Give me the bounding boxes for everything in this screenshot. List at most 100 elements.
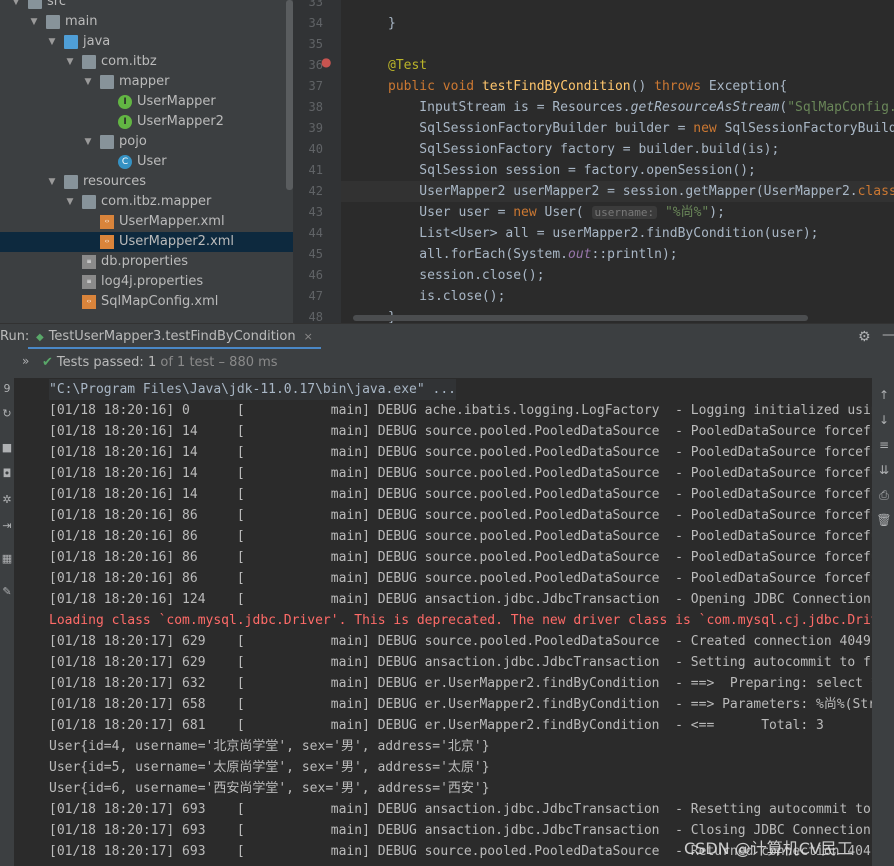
tree-item[interactable]: ≡ log4j.properties (0, 272, 293, 292)
folder-icon (46, 15, 60, 29)
tree-item[interactable]: ▼ resources (0, 172, 293, 192)
gear-icon[interactable]: ⚙ (858, 329, 871, 345)
tree-item[interactable]: I UserMapper2 (0, 112, 293, 132)
tree-item-label: mapper (119, 74, 170, 89)
exit-icon[interactable]: ⇥ (0, 519, 14, 532)
nine-icon[interactable]: 9 (0, 382, 14, 395)
console-line: [01/18 18:20:16] 86 [ main] DEBUG source… (49, 550, 872, 565)
tree-item-label: com.itbz (101, 54, 157, 69)
line-number: 38 (308, 100, 323, 114)
chevron-down-icon[interactable]: ▼ (82, 72, 94, 92)
line-number: 41 (308, 163, 323, 177)
print-icon[interactable]: ⎙ (876, 488, 892, 502)
code-line[interactable]: @Test (388, 55, 427, 76)
tree-item[interactable]: ‹› SqlMapConfig.xml (0, 292, 293, 312)
chevron-down-icon[interactable]: ▼ (46, 32, 58, 52)
tree-item-label: UserMapper.xml (119, 214, 225, 229)
close-tab-icon[interactable]: × (304, 330, 313, 343)
line-number: 33 (308, 0, 323, 9)
layout-icon[interactable]: ▦ (0, 552, 14, 565)
soft-wrap-icon[interactable]: ≡ (876, 438, 892, 452)
console-output[interactable]: "C:\Program Files\Java\jdk-11.0.17\bin\j… (36, 378, 872, 866)
tree-item-label: UserMapper2.xml (119, 234, 235, 249)
code-line[interactable]: SqlSession session = factory.openSession… (388, 160, 756, 181)
tree-scrollbar[interactable] (286, 0, 293, 190)
properties-icon: ≡ (82, 255, 96, 269)
run-test-gutter-icon[interactable]: ● (321, 55, 331, 69)
pin-icon[interactable]: ✎ (0, 585, 14, 598)
editor-horizontal-scrollbar[interactable] (353, 315, 808, 321)
test-status-bar: ▶ » ✔Tests passed: 1 of 1 test – 880 ms (0, 349, 894, 378)
tree-item[interactable]: ▼ com.itbz.mapper (0, 192, 293, 212)
camera-icon[interactable]: ◘ (0, 467, 14, 480)
scroll-down-icon[interactable]: ↓ (876, 413, 892, 427)
chevron-down-icon[interactable]: ▼ (64, 52, 76, 72)
code-line[interactable]: User user = new User( username: "%尚%"); (388, 202, 725, 223)
code-line[interactable]: } (388, 13, 396, 34)
settings-icon[interactable]: ✲ (0, 493, 14, 506)
trash-icon[interactable]: 🗑 (876, 513, 892, 527)
chevron-down-icon[interactable]: ▼ (46, 172, 58, 192)
run-tab[interactable]: ◆ TestUserMapper3.testFindByCondition × (28, 324, 321, 350)
chevron-down-icon[interactable]: ▼ (82, 132, 94, 152)
code-line[interactable]: public void testFindByCondition() throws… (388, 76, 787, 97)
code-line[interactable]: SqlSessionFactoryBuilder builder = new S… (388, 118, 894, 139)
properties-icon: ≡ (82, 275, 96, 289)
tree-item[interactable]: ▼ com.itbz (0, 52, 293, 72)
tree-item[interactable]: ▼ src (0, 0, 293, 12)
console-line: [01/18 18:20:17] 632 [ main] DEBUG er.Us… (49, 676, 872, 691)
run-left-toolbar-secondary (14, 378, 37, 866)
package-icon (82, 55, 96, 69)
line-number: 48 (308, 310, 323, 323)
class-icon: C (118, 155, 132, 169)
code-line[interactable]: all.forEach(System.out::println); (388, 244, 677, 265)
console-line: [01/18 18:20:16] 86 [ main] DEBUG source… (49, 529, 872, 544)
run-left-toolbar: 9 ↻ ■ ◘ ✲ ⇥ ▦ ✎ (0, 349, 14, 866)
console-line: [01/18 18:20:16] 86 [ main] DEBUG source… (49, 508, 872, 523)
code-line[interactable]: List<User> all = userMapper2.findByCondi… (388, 223, 818, 244)
chevron-down-icon[interactable]: ▼ (28, 12, 40, 32)
tree-item-label: User (137, 154, 167, 169)
tree-item-label: log4j.properties (101, 274, 204, 289)
project-tree[interactable]: ▼ src ▼ main ▼ java ▼ com.itbz ▼ mapper I UserMappe… (0, 0, 293, 323)
interface-icon: I (118, 95, 132, 109)
scroll-to-end-icon[interactable]: ⇊ (876, 463, 892, 477)
tree-item-label: java (83, 34, 111, 49)
interface-icon: I (118, 115, 132, 129)
rerun-failed-icon[interactable]: ↻ (0, 407, 14, 420)
chevron-down-icon[interactable]: ▼ (10, 0, 22, 12)
stop-icon[interactable]: ■ (0, 441, 14, 454)
folder-icon (28, 0, 42, 9)
code-line[interactable]: SqlSessionFactory factory = builder.buil… (388, 139, 779, 160)
tree-item[interactable]: C User (0, 152, 293, 172)
line-number: 44 (308, 226, 323, 240)
code-line[interactable]: is.close(); (388, 286, 505, 307)
xml-icon: ‹› (82, 295, 96, 309)
code-line[interactable]: InputStream is = Resources.getResourceAs… (388, 97, 894, 118)
console-line: [01/18 18:20:16] 0 [ main] DEBUG ache.ib… (49, 403, 872, 418)
console-line: [01/18 18:20:17] 693 [ main] DEBUG ansac… (49, 802, 871, 817)
expand-icon[interactable]: » (22, 354, 29, 368)
console-line: [01/18 18:20:16] 14 [ main] DEBUG source… (49, 466, 872, 481)
tree-item-label: SqlMapConfig.xml (101, 294, 219, 309)
tree-item[interactable]: ‹› UserMapper.xml (0, 212, 293, 232)
console-line: User{id=4, username='北京尚学堂', sex='男', ad… (49, 739, 490, 754)
tree-item[interactable]: ▼ mapper (0, 72, 293, 92)
line-number: 46 (308, 268, 323, 282)
code-line[interactable]: UserMapper2 userMapper2 = session.getMap… (388, 181, 894, 202)
tree-item[interactable]: I UserMapper (0, 92, 293, 112)
tree-item[interactable]: ‹› UserMapper2.xml (0, 232, 293, 252)
code-editor[interactable]: 33 34 35 36 37 38 39 40 41 42 43 44 45 46 47 48 ● } @Test… (293, 0, 894, 323)
code-line[interactable]: session.close(); (388, 265, 544, 286)
tree-item-label: resources (83, 174, 147, 189)
chevron-down-icon[interactable]: ▼ (64, 192, 76, 212)
tree-item[interactable]: ▼ main (0, 12, 293, 32)
tree-item[interactable]: ≡ db.properties (0, 252, 293, 272)
minimize-icon[interactable]: — (882, 327, 894, 343)
tree-item[interactable]: ▼ java (0, 32, 293, 52)
check-icon: ✔ (42, 355, 53, 370)
line-number: 39 (308, 121, 323, 135)
tree-item-label: UserMapper (137, 94, 216, 109)
tree-item[interactable]: ▼ pojo (0, 132, 293, 152)
scroll-up-icon[interactable]: ↑ (876, 388, 892, 402)
